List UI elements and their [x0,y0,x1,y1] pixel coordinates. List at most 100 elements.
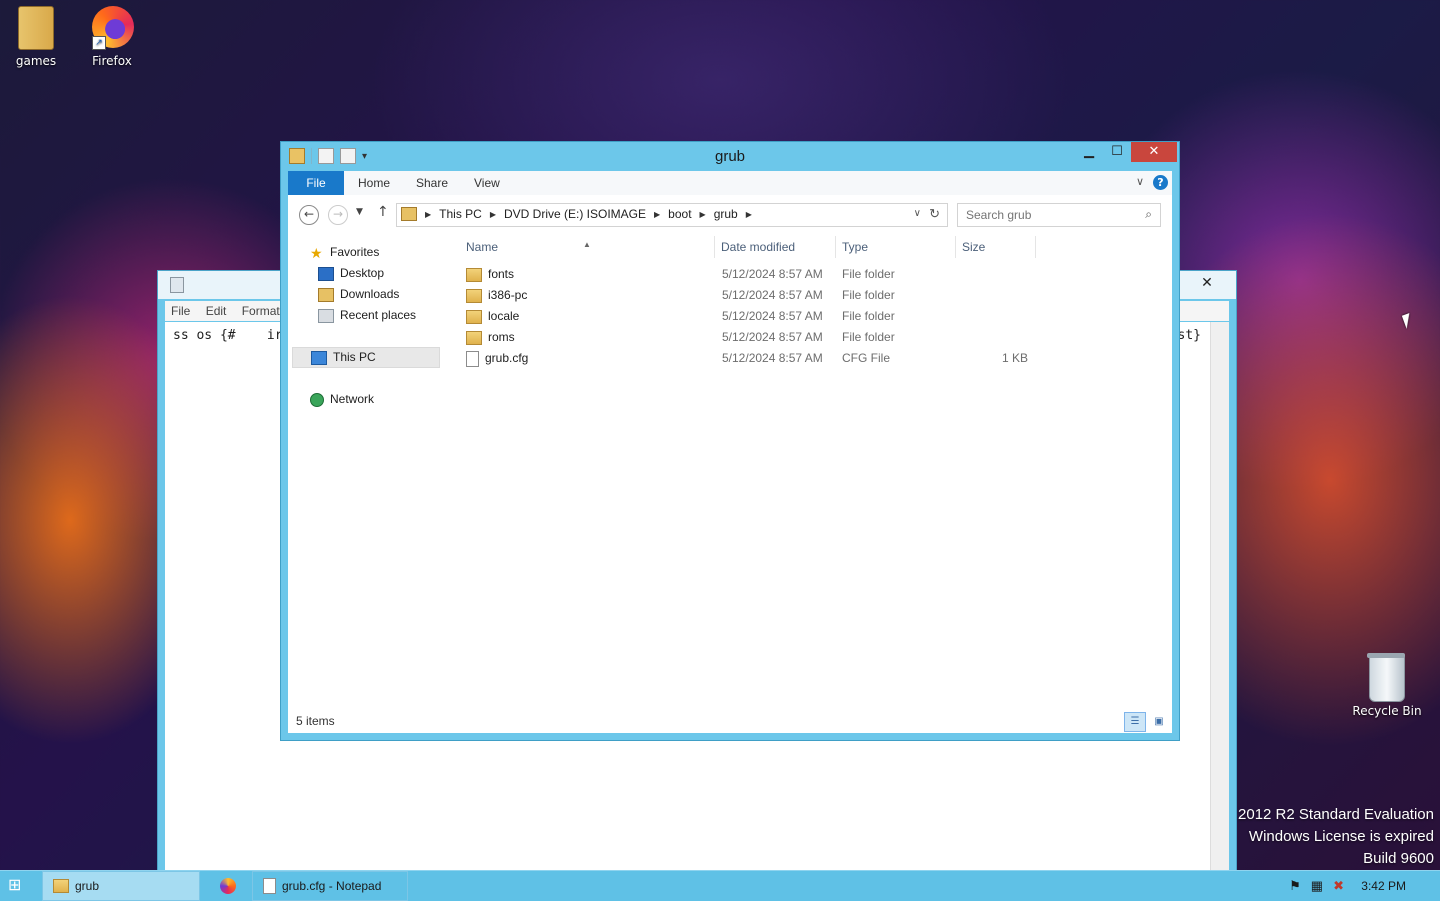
back-button[interactable]: ← [299,205,319,225]
explorer-window[interactable]: ▾ grub ▁ ☐ ✕ File Home Share View ∨ ? ← … [280,141,1180,741]
file-name: i386-pc [488,288,528,302]
nav-item-this-pc[interactable]: This PC [292,347,440,368]
shortcut-arrow-icon: ↗ [92,36,106,50]
breadcrumb-this-pc[interactable]: This PC [439,207,482,221]
notepad-menu-file[interactable]: File [165,301,196,319]
details-view-button[interactable]: ☰ [1124,712,1146,732]
recent-locations-chevron-icon[interactable]: ▼ [356,207,363,217]
nav-item-recent-places[interactable]: Recent places [318,305,416,326]
desktop-icon [318,266,334,281]
expand-ribbon-chevron-icon[interactable]: ∨ [1136,175,1144,188]
file-type: File folder [842,288,895,302]
file-date: 5/12/2024 8:57 AM [722,330,823,344]
windows-start-icon[interactable]: ⊞ [8,877,28,895]
sort-ascending-icon: ▲ [583,240,591,249]
file-row[interactable]: roms 5/12/2024 8:57 AM File folder [460,327,1036,348]
notepad-menu-format[interactable]: Format [236,301,286,319]
taskbar-item-explorer[interactable]: grub [42,871,200,901]
nav-item-favorites[interactable]: ★ Favorites [310,242,379,263]
column-header-size[interactable]: Size [956,236,1036,258]
maximize-button[interactable]: ☐ [1103,142,1131,162]
column-header-label: Name [466,240,499,254]
breadcrumb-separator-icon[interactable]: ▶ [490,210,496,219]
up-button[interactable]: ↑ [377,204,389,220]
column-header-label: Date modified [721,240,796,254]
search-icon[interactable]: ⌕ [1145,207,1152,222]
folder-icon [401,207,417,221]
column-header-type[interactable]: Type [836,236,956,258]
address-bar[interactable]: ▶ This PC ▶ DVD Drive (E:) ISOIMAGE ▶ bo… [396,203,948,227]
breadcrumb-dvd-drive[interactable]: DVD Drive (E:) ISOIMAGE [504,207,646,221]
breadcrumb-boot[interactable]: boot [668,207,691,221]
breadcrumb-separator-icon[interactable]: ▶ [425,210,431,219]
nav-item-label: Desktop [340,266,385,280]
status-bar: 5 items ☰ ▣ [288,711,1172,733]
address-history-chevron-icon[interactable]: ∨ [914,208,921,219]
nav-item-label: Recent places [340,308,417,322]
column-header-name[interactable]: ▲ Name [460,236,715,258]
network-tray-icon[interactable]: ▦ [1311,878,1323,894]
ribbon-tabs: File Home Share View ∨ ? [288,171,1172,196]
watermark-line: r 2012 R2 Standard Evaluation [1228,806,1434,823]
notepad-close-button[interactable]: ✕ [1184,273,1230,293]
close-button[interactable]: ✕ [1131,142,1177,162]
notepad-menu-edit[interactable]: Edit [200,301,233,319]
file-date: 5/12/2024 8:57 AM [722,351,823,365]
nav-item-desktop[interactable]: Desktop [318,263,384,284]
file-name: locale [488,309,520,323]
tab-home[interactable]: Home [358,171,390,195]
tab-share[interactable]: Share [416,171,448,195]
breadcrumb: ▶ This PC ▶ DVD Drive (E:) ISOIMAGE ▶ bo… [401,207,752,221]
help-icon[interactable]: ? [1153,175,1168,190]
tab-view[interactable]: View [474,171,500,195]
desktop-icon-label: games [15,54,57,68]
downloads-icon [318,287,334,302]
taskbar-item-firefox[interactable] [210,871,244,901]
desktop-icon-firefox[interactable]: ↗ Firefox [80,6,144,68]
file-type: File folder [842,330,895,344]
file-row[interactable]: fonts 5/12/2024 8:57 AM File folder [460,264,1036,285]
folder-icon [466,309,482,324]
minimize-button[interactable]: ▁ [1075,142,1103,162]
file-date: 5/12/2024 8:57 AM [722,309,823,323]
taskbar-item-label: grub.cfg - Notepad [282,879,382,893]
breadcrumb-separator-icon[interactable]: ▶ [654,210,660,219]
breadcrumb-separator-icon[interactable]: ▶ [700,210,706,219]
column-header-date-modified[interactable]: Date modified [715,236,836,258]
nav-item-downloads[interactable]: Downloads [318,284,399,305]
desktop-icon-games[interactable]: games [4,6,68,68]
search-input[interactable] [964,207,1138,223]
notepad-vertical-scrollbar[interactable] [1210,322,1229,871]
folder-icon [18,6,54,50]
notepad-text-right: st} [1177,328,1201,343]
taskbar-item-notepad[interactable]: grub.cfg - Notepad [252,871,408,901]
mouse-cursor-icon [1401,313,1415,329]
file-name: roms [488,330,515,344]
watermark-line: Build 9600 [1363,850,1434,867]
nav-item-network[interactable]: Network [310,389,374,410]
nav-item-label: Favorites [330,245,380,259]
file-row[interactable]: grub.cfg 5/12/2024 8:57 AM CFG File 1 KB [460,348,1036,369]
forward-button[interactable]: → [328,205,348,225]
volume-muted-icon[interactable]: ✖ [1333,878,1344,894]
refresh-icon[interactable]: ↻ [929,206,940,222]
system-tray: ⚑ ▦ ✖ [1289,878,1344,894]
folder-icon [466,288,482,303]
large-icons-view-button[interactable]: ▣ [1148,712,1170,732]
notepad-text-left: ss os {# ir [173,328,283,343]
file-name: grub.cfg [485,351,529,365]
taskbar: ⊞ grub grub.cfg - Notepad ⚑ ▦ ✖ 3:42 PM [0,870,1440,901]
explorer-titlebar[interactable]: ▾ grub ▁ ☐ ✕ [281,142,1179,171]
taskbar-clock[interactable]: 3:42 PM [1361,879,1406,893]
breadcrumb-grub[interactable]: grub [714,207,738,221]
action-center-flag-icon[interactable]: ⚑ [1289,878,1301,894]
desktop-icon-recycle-bin[interactable]: Recycle Bin [1348,653,1426,718]
file-row[interactable]: locale 5/12/2024 8:57 AM File folder [460,306,1036,327]
file-row[interactable]: i386-pc 5/12/2024 8:57 AM File folder [460,285,1036,306]
item-count: 5 items [296,714,335,728]
tab-file[interactable]: File [288,171,344,195]
explorer-content: ★ Favorites Desktop Downloads Recent pla… [288,233,1172,733]
breadcrumb-separator-icon[interactable]: ▶ [746,210,752,219]
search-box[interactable]: ⌕ [957,203,1161,227]
desktop-icon-label: Firefox [92,54,132,68]
